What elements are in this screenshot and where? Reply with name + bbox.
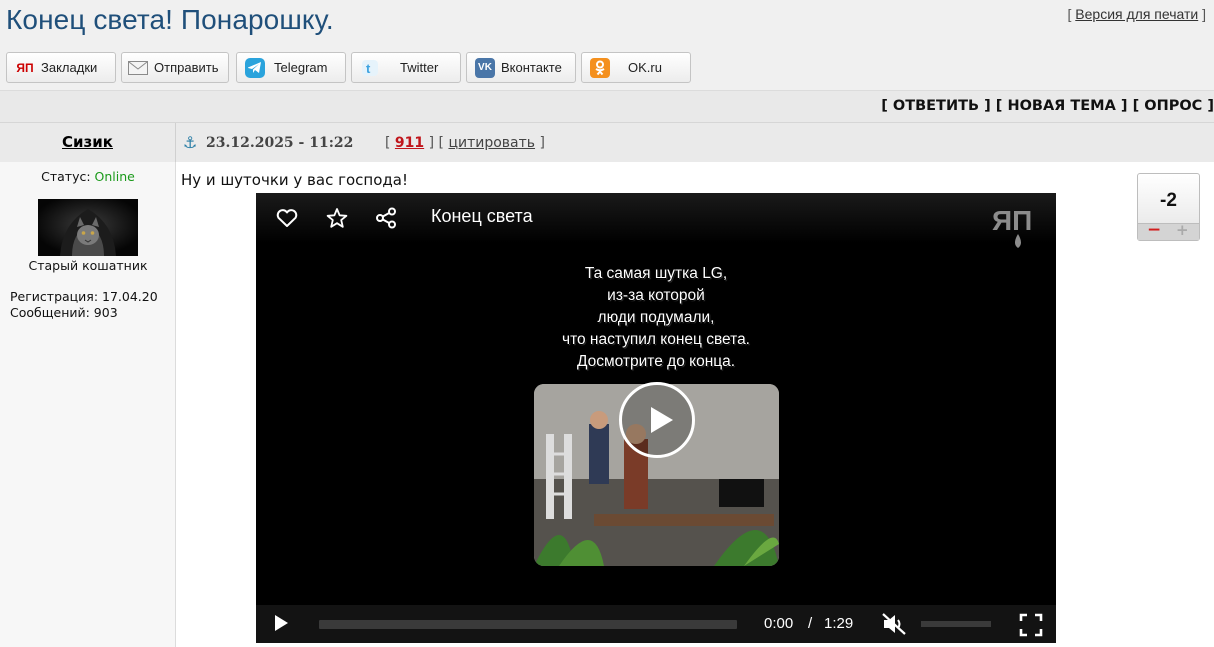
quote-link[interactable]: цитировать (448, 135, 535, 151)
yap-icon: ЯП (16, 60, 34, 75)
bracket: [ (438, 135, 444, 151)
share-label: Закладки (41, 60, 98, 75)
rating-controls: − + (1138, 220, 1199, 240)
print-version-link[interactable]: Версия для печати (1075, 6, 1198, 22)
author-profile: Статус: Online Старый кошатник Регистрац… (0, 162, 176, 647)
share-label: OK.ru (628, 60, 662, 75)
telegram-icon (245, 57, 265, 78)
twitter-icon: t (360, 58, 380, 78)
caption-line: Та самая шутка LG, (584, 265, 728, 282)
share-ok-button[interactable]: OK.ru (581, 52, 691, 83)
status-online: Online (94, 169, 135, 184)
mute-icon[interactable] (882, 613, 906, 635)
rating-plus-button[interactable]: + (1176, 221, 1189, 239)
video-progress-bar[interactable] (319, 620, 737, 629)
video-controls: 0:00 / 1:29 (256, 605, 1056, 643)
caption-line: Досмотрите до конца. (576, 353, 736, 370)
author-name-link[interactable]: Сизик (62, 133, 113, 151)
status-label: Статус: (41, 169, 91, 184)
video-duration: 1:29 (824, 615, 854, 632)
print-version: [ Версия для печати ] (1068, 6, 1206, 22)
share-label: Telegram (274, 60, 328, 75)
print-bracket-open: [ (1067, 6, 1072, 22)
caption-line: из-за которой (607, 287, 705, 304)
share-email-button[interactable]: Отправить (121, 52, 229, 83)
vk-icon: VK (475, 57, 495, 78)
svg-text:t: t (366, 61, 371, 76)
share-bookmarks-button[interactable]: ЯП Закладки (6, 52, 116, 83)
topic-title: Конец света! Понарошку. (6, 4, 334, 35)
video-title: Конец света (431, 206, 533, 226)
share-icon[interactable] (373, 205, 399, 231)
post-body: Ну и шуточки у вас господа! -2 − + Конец… (177, 162, 1214, 647)
rating-minus-button[interactable]: − (1147, 220, 1161, 240)
rating-value: -2 (1160, 190, 1177, 211)
share-twitter-button[interactable]: t Twitter (351, 52, 461, 83)
registration-date: Регистрация: 17.04.20 (10, 289, 158, 304)
yap-logo-icon: ЯП (988, 202, 1048, 252)
share-toolbar: ЯП Закладки Отправить Telegram t Twitter… (0, 44, 1214, 90)
new-topic-button[interactable]: [ НОВАЯ ТЕМА ] (996, 98, 1128, 114)
post-date: 23.12.2025 - 11:22 (206, 135, 354, 151)
share-label: Отправить (154, 60, 219, 75)
video-player[interactable]: Конец света ЯП Та самая шутка LG, из-за … (256, 193, 1056, 643)
topic-header: Конец света! Понарошку. [ Версия для печ… (0, 0, 1214, 44)
poll-button[interactable]: [ ОПРОС ] (1133, 98, 1214, 114)
post-number-link[interactable]: 911 (395, 135, 424, 151)
logo-text: ЯП (992, 205, 1032, 236)
anchor-icon[interactable]: ⚓ (183, 133, 197, 152)
star-icon[interactable] (324, 205, 350, 231)
post-rating: -2 − + (1137, 173, 1200, 241)
envelope-icon (128, 58, 148, 78)
caption-line: люди подумали, (597, 309, 715, 326)
avatar[interactable] (38, 199, 138, 256)
bracket: ] (539, 135, 545, 151)
share-telegram-button[interactable]: Telegram (236, 52, 346, 83)
video-current-time: 0:00 (764, 615, 794, 632)
volume-slider[interactable] (921, 621, 991, 627)
forum-page: Конец света! Понарошку. [ Версия для печ… (0, 0, 1214, 647)
share-label: Twitter (400, 60, 439, 75)
video-top-bar: Конец света ЯП (256, 193, 1056, 248)
odnoklassniki-icon (590, 57, 610, 78)
user-status: Статус: Online (0, 169, 176, 184)
play-icon[interactable] (275, 615, 288, 631)
heart-icon[interactable] (274, 205, 300, 231)
post-header: Сизик ⚓ 23.12.2025 - 11:22 [ 911 ] [ цит… (0, 122, 1214, 163)
user-rank: Старый кошатник (28, 258, 148, 273)
topic-actions: [ ОТВЕТИТЬ ] [ НОВАЯ ТЕМА ] [ ОПРОС ] (0, 90, 1214, 122)
author-cell: Сизик (0, 123, 176, 163)
fullscreen-icon[interactable] (1019, 613, 1043, 637)
post-text: Ну и шуточки у вас господа! (181, 171, 408, 189)
post-meta: [ 911 ] [ цитировать ] (385, 135, 545, 151)
action-links: [ ОТВЕТИТЬ ] [ НОВАЯ ТЕМА ] [ ОПРОС ] (881, 98, 1214, 114)
bracket: [ (385, 135, 391, 151)
big-play-button[interactable] (619, 382, 695, 458)
print-bracket-close: ] (1202, 6, 1206, 22)
message-count: Сообщений: 903 (10, 305, 118, 320)
reply-button[interactable]: [ ОТВЕТИТЬ ] (881, 98, 991, 114)
time-separator: / (808, 615, 813, 632)
video-caption: Та самая шутка LG, из-за которой люди по… (256, 263, 1056, 373)
share-vk-button[interactable]: VK Вконтакте (466, 52, 576, 83)
share-label: Вконтакте (501, 60, 562, 75)
bracket: ] (428, 135, 435, 151)
caption-line: что наступил конец света. (562, 331, 750, 348)
user-info: Регистрация: 17.04.20 Сообщений: 903 (10, 289, 158, 321)
